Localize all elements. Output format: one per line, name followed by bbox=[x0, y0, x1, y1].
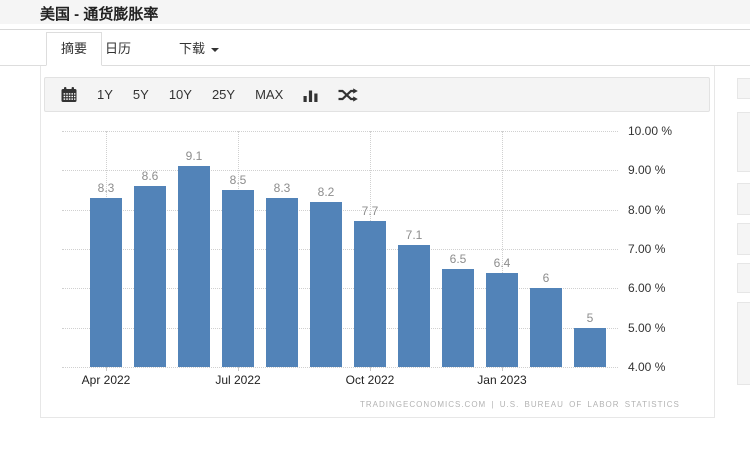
right-panel-fragment bbox=[737, 183, 750, 215]
bar-value-label: 5 bbox=[586, 310, 594, 325]
bar-value-label: 8.6 bbox=[141, 169, 159, 184]
calendar-icon bbox=[61, 86, 77, 102]
bar-value-label: 9.1 bbox=[185, 149, 203, 164]
source-attribution: TRADINGECONOMICS.COM | U.S. BUREAU OF LA… bbox=[360, 400, 680, 409]
h-gridline bbox=[62, 131, 618, 132]
bar-value-label: 8.3 bbox=[97, 180, 115, 195]
x-axis-label: Oct 2022 bbox=[345, 373, 395, 387]
x-axis-label: Jan 2023 bbox=[477, 373, 527, 387]
bar-value-label: 7.1 bbox=[405, 228, 423, 243]
y-axis-label: 4.00 % bbox=[628, 360, 666, 374]
bar-value-label: 6 bbox=[542, 271, 550, 286]
bar-value-label: 8.2 bbox=[317, 184, 335, 199]
bar[interactable] bbox=[222, 190, 254, 367]
tab-summary[interactable]: 摘要 bbox=[46, 32, 103, 66]
range-button-max[interactable]: MAX bbox=[255, 88, 283, 101]
chart-toolbar: 1Y 5Y 10Y 25Y MAX bbox=[44, 77, 710, 112]
y-axis-label: 7.00 % bbox=[628, 242, 666, 256]
x-axis-tick bbox=[370, 367, 371, 371]
right-panel-fragment bbox=[737, 223, 750, 255]
y-axis-label: 10.00 % bbox=[628, 124, 673, 138]
bar[interactable] bbox=[310, 201, 342, 367]
tab-calendar[interactable]: 日历 bbox=[105, 32, 131, 66]
right-panel-fragment bbox=[737, 78, 750, 99]
right-panel-fragment bbox=[737, 112, 750, 172]
shuffle-compare-icon bbox=[338, 87, 359, 102]
bar[interactable] bbox=[398, 245, 430, 367]
h-gridline bbox=[62, 367, 618, 368]
range-button-1y[interactable]: 1Y bbox=[97, 88, 113, 101]
x-axis-tick bbox=[502, 367, 503, 371]
tab-bar: 摘要 日历 下载 bbox=[0, 30, 750, 66]
bar[interactable] bbox=[486, 272, 518, 367]
page-title: 美国 - 通货膨胀率 bbox=[40, 6, 159, 23]
bar[interactable] bbox=[354, 221, 386, 367]
bar[interactable] bbox=[530, 288, 562, 367]
tab-download-label: 下载 bbox=[179, 41, 206, 56]
right-panel-fragment bbox=[737, 302, 750, 385]
column-chart-icon bbox=[303, 90, 318, 102]
x-axis-label: Apr 2022 bbox=[81, 373, 131, 387]
y-axis-label: 6.00 % bbox=[628, 281, 666, 296]
calendar-button[interactable] bbox=[61, 86, 77, 103]
bar[interactable] bbox=[178, 166, 210, 367]
bar[interactable] bbox=[134, 186, 166, 367]
bar-value-label: 6.5 bbox=[449, 251, 467, 266]
range-button-5y[interactable]: 5Y bbox=[133, 88, 149, 101]
chart-type-button[interactable] bbox=[303, 88, 318, 102]
y-axis-label: 8.00 % bbox=[628, 202, 666, 217]
bar-value-label: 7.7 bbox=[361, 204, 379, 219]
range-button-10y[interactable]: 10Y bbox=[169, 88, 192, 101]
page-header: 美国 - 通货膨胀率 bbox=[0, 0, 750, 24]
chart-plot: 10.00 % 9.00 % 8.00 % 7.00 % 6.00 % 5.00 % 4.0… bbox=[62, 124, 672, 387]
range-button-25y[interactable]: 25Y bbox=[212, 88, 235, 101]
bar-value-label: 8.3 bbox=[273, 180, 291, 195]
x-axis-label: Jul 2022 bbox=[215, 373, 261, 387]
y-axis-label: 9.00 % bbox=[628, 163, 666, 178]
bar[interactable] bbox=[266, 197, 298, 367]
bar-value-label: 6.4 bbox=[493, 255, 511, 270]
bar[interactable] bbox=[90, 197, 122, 367]
bar[interactable] bbox=[442, 268, 474, 367]
tab-download[interactable]: 下载 bbox=[179, 32, 220, 66]
x-axis-tick bbox=[238, 367, 239, 371]
caret-down-icon bbox=[211, 47, 220, 52]
x-axis-tick bbox=[106, 367, 107, 371]
y-axis-label: 5.00 % bbox=[628, 320, 666, 335]
bar-value-label: 8.5 bbox=[229, 173, 247, 187]
right-panel-fragment bbox=[737, 263, 750, 293]
bar[interactable] bbox=[574, 327, 606, 367]
compare-button[interactable] bbox=[338, 87, 359, 102]
